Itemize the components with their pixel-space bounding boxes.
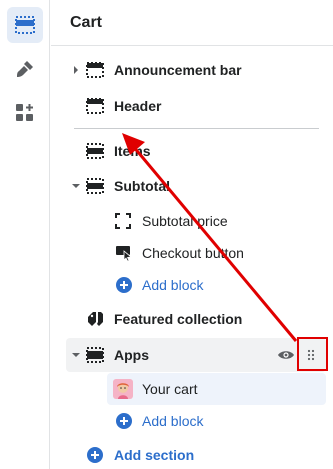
tags-icon — [86, 310, 104, 328]
sections-rail-button[interactable] — [7, 7, 43, 43]
section-layout-icon — [86, 347, 104, 363]
block-label: Your cart — [142, 381, 198, 397]
editor-rail — [0, 0, 50, 469]
section-layout-icon — [86, 178, 104, 194]
visibility-eye-icon[interactable] — [276, 345, 296, 365]
drag-handle-highlight — [297, 337, 328, 371]
section-layout-icon — [86, 98, 104, 114]
chevron-down-icon[interactable] — [70, 349, 82, 361]
add-block-label: Add block — [142, 413, 204, 429]
add-block-button[interactable]: Add block — [51, 405, 333, 437]
add-block-button[interactable]: Add block — [51, 269, 333, 301]
theme-settings-rail-button[interactable] — [7, 51, 43, 87]
title-divider — [51, 45, 333, 46]
app-avatar-icon — [113, 379, 133, 399]
header-divider — [74, 128, 319, 129]
section-label: Featured collection — [114, 311, 243, 327]
block-your-cart[interactable]: Your cart — [51, 373, 333, 405]
add-section-button[interactable]: Add section — [51, 439, 333, 469]
page-title: Cart — [70, 14, 103, 31]
add-circle-icon — [116, 277, 132, 293]
section-header[interactable]: Header — [51, 90, 333, 122]
section-label: Apps — [114, 347, 149, 363]
section-subtotal[interactable]: Subtotal — [51, 170, 333, 202]
section-label: Subtotal — [114, 178, 170, 194]
add-section-label: Add section — [114, 447, 195, 463]
button-cursor-icon — [115, 245, 133, 261]
block-subtotal-price[interactable]: Subtotal price — [51, 205, 333, 237]
apps-rail-button[interactable] — [7, 95, 43, 131]
add-circle-icon — [87, 447, 103, 463]
add-block-label: Add block — [142, 277, 204, 293]
section-layout-icon — [86, 62, 104, 78]
sections-panel: Cart Announcement bar Header Items Subto… — [51, 0, 333, 469]
section-label: Announcement bar — [114, 62, 242, 78]
chevron-right-icon[interactable] — [70, 64, 82, 76]
block-label: Checkout button — [142, 245, 244, 261]
block-label: Subtotal price — [142, 213, 228, 229]
section-label: Items — [114, 143, 151, 159]
block-outline-icon — [115, 213, 131, 229]
section-items[interactable]: Items — [51, 135, 333, 167]
section-layout-icon — [86, 143, 104, 159]
paint-brush-icon — [17, 61, 33, 77]
chevron-down-icon[interactable] — [70, 180, 82, 192]
add-circle-icon — [116, 413, 132, 429]
apps-add-icon — [16, 104, 33, 121]
section-label: Header — [114, 98, 162, 114]
section-announcement-bar[interactable]: Announcement bar — [51, 54, 333, 86]
section-featured-collection[interactable]: Featured collection — [51, 303, 333, 335]
layout-icon — [15, 16, 35, 34]
block-checkout-button[interactable]: Checkout button — [51, 237, 333, 269]
